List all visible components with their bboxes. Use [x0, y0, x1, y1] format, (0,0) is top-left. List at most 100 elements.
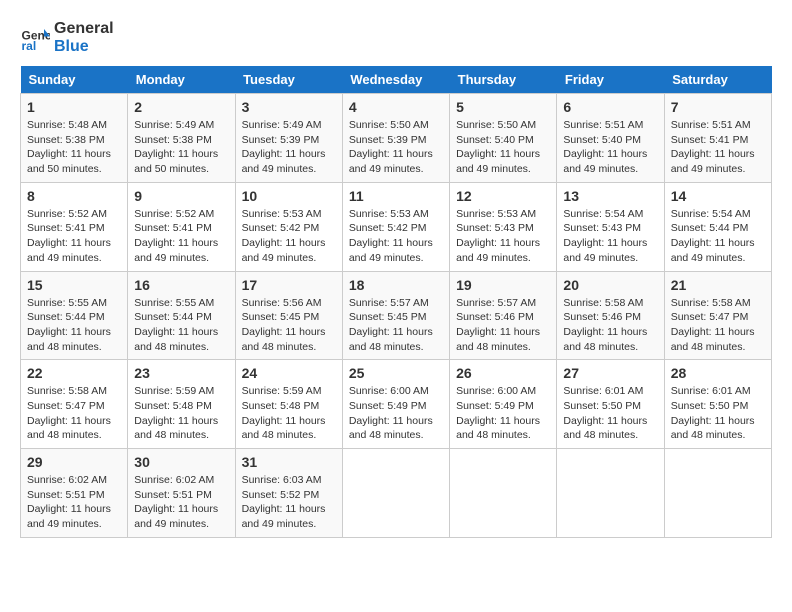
calendar-cell: 22 Sunrise: 5:58 AM Sunset: 5:47 PM Dayli…: [21, 360, 128, 449]
day-number: 9: [134, 188, 228, 204]
calendar-cell: 7 Sunrise: 5:51 AM Sunset: 5:41 PM Daylig…: [664, 94, 771, 183]
day-number: 17: [242, 277, 336, 293]
logo-line1: General: [54, 20, 114, 38]
day-number: 30: [134, 454, 228, 470]
calendar-cell: 26Sunrise: 6:00 AM Sunset: 5:49 PM Dayli…: [450, 360, 557, 449]
day-info: Sunrise: 6:02 AM Sunset: 5:51 PM Dayligh…: [134, 473, 228, 532]
day-info: Sunrise: 5:51 AM Sunset: 5:40 PM Dayligh…: [563, 118, 657, 177]
calendar-cell: 1 Sunrise: 5:48 AM Sunset: 5:38 PM Daylig…: [21, 94, 128, 183]
calendar-cell: [557, 449, 664, 538]
week-row-5: 29 Sunrise: 6:02 AM Sunset: 5:51 PM Dayli…: [21, 449, 772, 538]
day-info: Sunrise: 5:59 AM Sunset: 5:48 PM Dayligh…: [134, 384, 228, 443]
calendar-cell: 17 Sunrise: 5:56 AM Sunset: 5:45 PM Dayli…: [235, 271, 342, 360]
calendar-cell: 8 Sunrise: 5:52 AM Sunset: 5:41 PM Daylig…: [21, 182, 128, 271]
calendar-cell: 9 Sunrise: 5:52 AM Sunset: 5:41 PM Daylig…: [128, 182, 235, 271]
day-info: Sunrise: 5:58 AM Sunset: 5:47 PM Dayligh…: [671, 296, 765, 355]
day-number: 15: [27, 277, 121, 293]
calendar-cell: [664, 449, 771, 538]
day-number: 26: [456, 365, 550, 381]
header-day-saturday: Saturday: [664, 66, 771, 94]
day-number: 23: [134, 365, 228, 381]
day-number: 27: [563, 365, 657, 381]
logo-icon: Gene ral: [20, 23, 50, 53]
logo: Gene ral General Blue: [20, 20, 114, 56]
calendar-cell: 13 Sunrise: 5:54 AM Sunset: 5:43 PM Dayli…: [557, 182, 664, 271]
calendar-cell: 11Sunrise: 5:53 AM Sunset: 5:42 PM Dayli…: [342, 182, 449, 271]
header-day-monday: Monday: [128, 66, 235, 94]
calendar-cell: 27 Sunrise: 6:01 AM Sunset: 5:50 PM Dayli…: [557, 360, 664, 449]
calendar-cell: 12 Sunrise: 5:53 AM Sunset: 5:43 PM Dayli…: [450, 182, 557, 271]
calendar-cell: 3Sunrise: 5:49 AM Sunset: 5:39 PM Daylig…: [235, 94, 342, 183]
day-info: Sunrise: 5:48 AM Sunset: 5:38 PM Dayligh…: [27, 118, 121, 177]
day-info: Sunrise: 5:50 AM Sunset: 5:40 PM Dayligh…: [456, 118, 550, 177]
day-info: Sunrise: 5:51 AM Sunset: 5:41 PM Dayligh…: [671, 118, 765, 177]
calendar-cell: 24 Sunrise: 5:59 AM Sunset: 5:48 PM Dayli…: [235, 360, 342, 449]
day-info: Sunrise: 5:52 AM Sunset: 5:41 PM Dayligh…: [134, 207, 228, 266]
day-number: 22: [27, 365, 121, 381]
day-info: Sunrise: 5:57 AM Sunset: 5:46 PM Dayligh…: [456, 296, 550, 355]
day-info: Sunrise: 5:53 AM Sunset: 5:42 PM Dayligh…: [242, 207, 336, 266]
calendar-cell: 15 Sunrise: 5:55 AM Sunset: 5:44 PM Dayli…: [21, 271, 128, 360]
day-number: 29: [27, 454, 121, 470]
day-number: 5: [456, 99, 550, 115]
day-number: 3: [242, 99, 336, 115]
day-info: Sunrise: 6:02 AM Sunset: 5:51 PM Dayligh…: [27, 473, 121, 532]
calendar-cell: 19 Sunrise: 5:57 AM Sunset: 5:46 PM Dayli…: [450, 271, 557, 360]
calendar-cell: 16 Sunrise: 5:55 AM Sunset: 5:44 PM Dayli…: [128, 271, 235, 360]
day-number: 10: [242, 188, 336, 204]
day-number: 18: [349, 277, 443, 293]
day-info: Sunrise: 5:55 AM Sunset: 5:44 PM Dayligh…: [27, 296, 121, 355]
calendar-cell: 6 Sunrise: 5:51 AM Sunset: 5:40 PM Daylig…: [557, 94, 664, 183]
calendar-cell: 4Sunrise: 5:50 AM Sunset: 5:39 PM Daylig…: [342, 94, 449, 183]
day-number: 31: [242, 454, 336, 470]
calendar-cell: 10 Sunrise: 5:53 AM Sunset: 5:42 PM Dayli…: [235, 182, 342, 271]
day-number: 13: [563, 188, 657, 204]
week-row-1: 1 Sunrise: 5:48 AM Sunset: 5:38 PM Daylig…: [21, 94, 772, 183]
day-number: 2: [134, 99, 228, 115]
day-info: Sunrise: 5:54 AM Sunset: 5:43 PM Dayligh…: [563, 207, 657, 266]
calendar-cell: 5 Sunrise: 5:50 AM Sunset: 5:40 PM Daylig…: [450, 94, 557, 183]
day-number: 24: [242, 365, 336, 381]
day-info: Sunrise: 5:53 AM Sunset: 5:43 PM Dayligh…: [456, 207, 550, 266]
day-number: 1: [27, 99, 121, 115]
day-info: Sunrise: 5:58 AM Sunset: 5:47 PM Dayligh…: [27, 384, 121, 443]
calendar-cell: 23 Sunrise: 5:59 AM Sunset: 5:48 PM Dayli…: [128, 360, 235, 449]
day-info: Sunrise: 6:01 AM Sunset: 5:50 PM Dayligh…: [563, 384, 657, 443]
day-info: Sunrise: 5:55 AM Sunset: 5:44 PM Dayligh…: [134, 296, 228, 355]
calendar-cell: 20Sunrise: 5:58 AM Sunset: 5:46 PM Dayli…: [557, 271, 664, 360]
svg-text:ral: ral: [22, 39, 37, 53]
header-day-sunday: Sunday: [21, 66, 128, 94]
day-number: 20: [563, 277, 657, 293]
calendar-cell: [450, 449, 557, 538]
day-number: 16: [134, 277, 228, 293]
day-number: 8: [27, 188, 121, 204]
calendar-cell: 14Sunrise: 5:54 AM Sunset: 5:44 PM Dayli…: [664, 182, 771, 271]
week-row-3: 15 Sunrise: 5:55 AM Sunset: 5:44 PM Dayli…: [21, 271, 772, 360]
day-info: Sunrise: 5:49 AM Sunset: 5:38 PM Dayligh…: [134, 118, 228, 177]
calendar-cell: 18 Sunrise: 5:57 AM Sunset: 5:45 PM Dayli…: [342, 271, 449, 360]
calendar-cell: 21 Sunrise: 5:58 AM Sunset: 5:47 PM Dayli…: [664, 271, 771, 360]
day-info: Sunrise: 5:52 AM Sunset: 5:41 PM Dayligh…: [27, 207, 121, 266]
day-info: Sunrise: 5:56 AM Sunset: 5:45 PM Dayligh…: [242, 296, 336, 355]
header: Gene ral General Blue: [20, 20, 772, 56]
day-number: 6: [563, 99, 657, 115]
calendar-cell: 30 Sunrise: 6:02 AM Sunset: 5:51 PM Dayli…: [128, 449, 235, 538]
header-day-thursday: Thursday: [450, 66, 557, 94]
day-number: 7: [671, 99, 765, 115]
calendar-cell: 28Sunrise: 6:01 AM Sunset: 5:50 PM Dayli…: [664, 360, 771, 449]
day-info: Sunrise: 5:59 AM Sunset: 5:48 PM Dayligh…: [242, 384, 336, 443]
calendar-cell: 29 Sunrise: 6:02 AM Sunset: 5:51 PM Dayli…: [21, 449, 128, 538]
day-number: 14: [671, 188, 765, 204]
header-day-wednesday: Wednesday: [342, 66, 449, 94]
day-info: Sunrise: 5:57 AM Sunset: 5:45 PM Dayligh…: [349, 296, 443, 355]
calendar-cell: [342, 449, 449, 538]
calendar-cell: 31 Sunrise: 6:03 AM Sunset: 5:52 PM Dayli…: [235, 449, 342, 538]
day-number: 21: [671, 277, 765, 293]
header-day-friday: Friday: [557, 66, 664, 94]
day-number: 12: [456, 188, 550, 204]
week-row-4: 22 Sunrise: 5:58 AM Sunset: 5:47 PM Dayli…: [21, 360, 772, 449]
day-info: Sunrise: 6:03 AM Sunset: 5:52 PM Dayligh…: [242, 473, 336, 532]
calendar-cell: 2 Sunrise: 5:49 AM Sunset: 5:38 PM Daylig…: [128, 94, 235, 183]
day-number: 19: [456, 277, 550, 293]
week-row-2: 8 Sunrise: 5:52 AM Sunset: 5:41 PM Daylig…: [21, 182, 772, 271]
